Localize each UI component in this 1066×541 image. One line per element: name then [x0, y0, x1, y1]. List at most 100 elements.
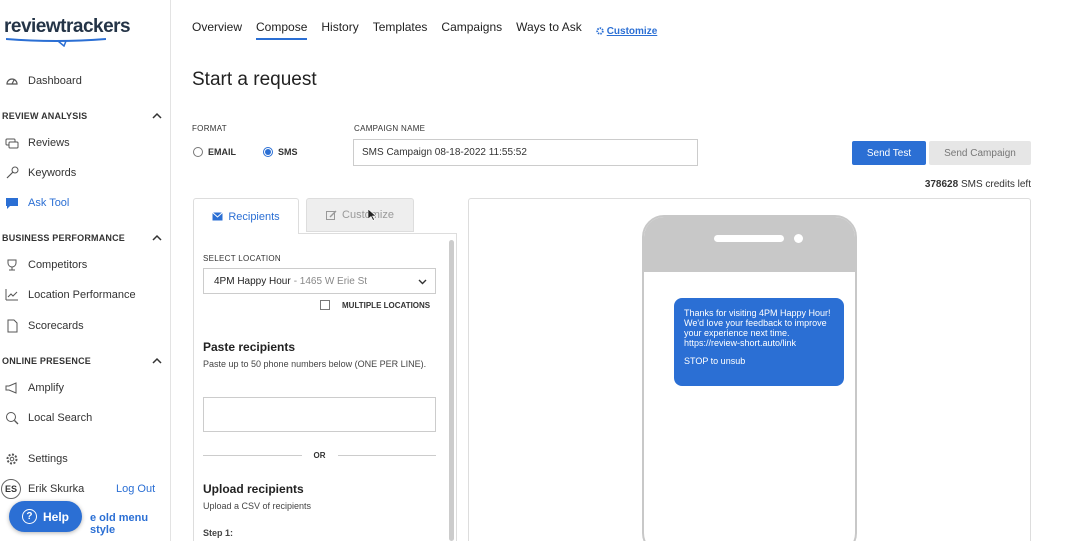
- sidebar-item-label: Reviews: [28, 137, 70, 149]
- key-icon: [6, 166, 19, 179]
- help-button[interactable]: ? Help: [9, 501, 82, 532]
- user-row: ES Erik Skurka Log Out: [0, 478, 170, 500]
- multiple-locations-toggle[interactable]: MULTIPLE LOCATIONS: [320, 300, 430, 310]
- campaign-name-label: CAMPAIGN NAME: [354, 124, 426, 133]
- panel-scrollbar[interactable]: [449, 240, 454, 541]
- phone-camera: [794, 234, 803, 243]
- old-menu-style-link[interactable]: e old menu style: [90, 512, 170, 536]
- tab-history[interactable]: History: [321, 20, 358, 40]
- customize-label: Customize: [606, 25, 658, 37]
- mouse-cursor-icon: [368, 209, 376, 221]
- logout-link[interactable]: Log Out: [116, 483, 155, 495]
- tab-recipients-label: Recipients: [228, 210, 280, 223]
- user-name: Erik Skurka: [28, 483, 85, 495]
- sidebar-item-dashboard[interactable]: Dashboard: [0, 69, 170, 93]
- phone-top-bezel: [644, 217, 855, 272]
- location-select[interactable]: 4PM Happy Hour - 1465 W Erie St: [203, 268, 436, 294]
- radio-email-label: EMAIL: [208, 147, 236, 157]
- sms-stop-text: STOP to unsub: [684, 356, 746, 366]
- phone-speaker: [714, 235, 784, 242]
- chevron-up-icon: [152, 234, 162, 241]
- section-title: BUSINESS PERFORMANCE: [2, 233, 126, 243]
- upload-step-label: Step 1:: [203, 528, 234, 538]
- tab-campaigns[interactable]: Campaigns: [441, 20, 502, 40]
- location-address: - 1465 W Erie St: [293, 275, 368, 287]
- select-location-label: SELECT LOCATION: [203, 254, 281, 263]
- or-divider: OR: [203, 450, 436, 460]
- or-text: OR: [313, 450, 326, 460]
- section-review-analysis[interactable]: REVIEW ANALYSIS: [2, 108, 162, 124]
- logo[interactable]: reviewtrackers: [4, 16, 131, 38]
- line-chart-icon: [5, 289, 18, 301]
- paste-recipients-desc: Paste up to 50 phone numbers below (ONE …: [203, 359, 427, 369]
- campaign-name-input[interactable]: [353, 139, 698, 166]
- radio-sms[interactable]: SMS: [263, 147, 298, 157]
- section-business-performance[interactable]: BUSINESS PERFORMANCE: [2, 230, 162, 246]
- avatar[interactable]: ES: [1, 479, 21, 499]
- radio-sms-dot[interactable]: [263, 147, 273, 157]
- sms-credits: 378628 SMS credits left: [925, 179, 1031, 190]
- sms-message-text: Thanks for visiting 4PM Happy Hour! We'd…: [684, 308, 831, 348]
- sidebar-item-ask-tool[interactable]: Ask Tool: [0, 191, 170, 215]
- section-title: ONLINE PRESENCE: [2, 356, 92, 366]
- divider-line: [203, 454, 302, 456]
- top-nav: Overview Compose History Templates Campa…: [192, 20, 657, 40]
- paste-recipients-title: Paste recipients: [203, 340, 296, 354]
- gear-icon: [596, 27, 604, 35]
- upload-recipients-title: Upload recipients: [203, 482, 304, 496]
- help-label: Help: [42, 509, 69, 524]
- multiple-locations-label: MULTIPLE LOCATIONS: [342, 300, 431, 310]
- page-title: Start a request: [192, 69, 317, 90]
- sidebar-item-label: Scorecards: [28, 320, 84, 332]
- search-icon: [6, 412, 19, 425]
- tab-customize[interactable]: Customize: [306, 198, 414, 232]
- megaphone-icon: [5, 382, 17, 394]
- send-campaign-button[interactable]: Send Campaign: [929, 141, 1031, 165]
- gear-icon: [6, 453, 18, 465]
- tab-templates[interactable]: Templates: [373, 20, 428, 40]
- customize-link[interactable]: Customize: [596, 22, 658, 40]
- radio-email-dot[interactable]: [193, 147, 203, 157]
- trophy-icon: [7, 259, 17, 271]
- section-title: REVIEW ANALYSIS: [2, 111, 88, 121]
- sms-credits-text: SMS credits left: [960, 179, 1031, 190]
- sidebar-item-label: Keywords: [28, 167, 77, 179]
- sms-credits-count: 378628: [924, 179, 959, 190]
- edit-icon: [326, 210, 337, 220]
- sidebar-item-local-search[interactable]: Local Search: [0, 406, 170, 430]
- tab-compose[interactable]: Compose: [256, 20, 308, 40]
- sidebar-item-label: Ask Tool: [28, 197, 70, 209]
- sidebar: reviewtrackers Dashboard REVIEW ANALYSIS…: [0, 0, 171, 541]
- tab-ways-to-ask[interactable]: Ways to Ask: [516, 20, 582, 40]
- send-test-button[interactable]: Send Test: [852, 141, 926, 165]
- question-icon: ?: [21, 509, 37, 524]
- upload-recipients-desc: Upload a CSV of recipients: [203, 501, 312, 511]
- sidebar-item-competitors[interactable]: Competitors: [0, 253, 170, 277]
- chat-icon: [6, 198, 18, 209]
- sidebar-item-reviews[interactable]: Reviews: [0, 131, 170, 155]
- dashboard-icon: [6, 78, 18, 85]
- divider-line: [337, 454, 436, 456]
- chevron-up-icon: [152, 112, 162, 119]
- tab-recipients[interactable]: Recipients: [193, 198, 299, 234]
- envelope-icon: [212, 212, 224, 221]
- section-online-presence[interactable]: ONLINE PRESENCE: [2, 353, 162, 369]
- tab-overview[interactable]: Overview: [192, 20, 242, 40]
- chevron-up-icon: [152, 357, 162, 364]
- sidebar-item-amplify[interactable]: Amplify: [0, 376, 170, 400]
- sidebar-item-keywords[interactable]: Keywords: [0, 161, 170, 185]
- chevron-down-icon: [418, 279, 427, 285]
- sms-message-bubble: Thanks for visiting 4PM Happy Hour! We'd…: [674, 298, 844, 386]
- sidebar-item-scorecards[interactable]: Scorecards: [0, 314, 170, 338]
- sidebar-item-label: Local Search: [28, 412, 93, 424]
- multiple-locations-checkbox[interactable]: [320, 300, 330, 310]
- sidebar-item-label: Location Performance: [28, 289, 136, 301]
- reviews-icon: [5, 138, 19, 149]
- sidebar-item-location-performance[interactable]: Location Performance: [0, 283, 170, 307]
- radio-email[interactable]: EMAIL: [193, 147, 236, 157]
- sidebar-item-label: Competitors: [28, 259, 88, 271]
- logo-swoosh-icon: [6, 38, 106, 47]
- paste-recipients-textarea[interactable]: [203, 397, 436, 432]
- document-icon: [7, 319, 18, 333]
- sidebar-item-settings[interactable]: Settings: [0, 447, 170, 471]
